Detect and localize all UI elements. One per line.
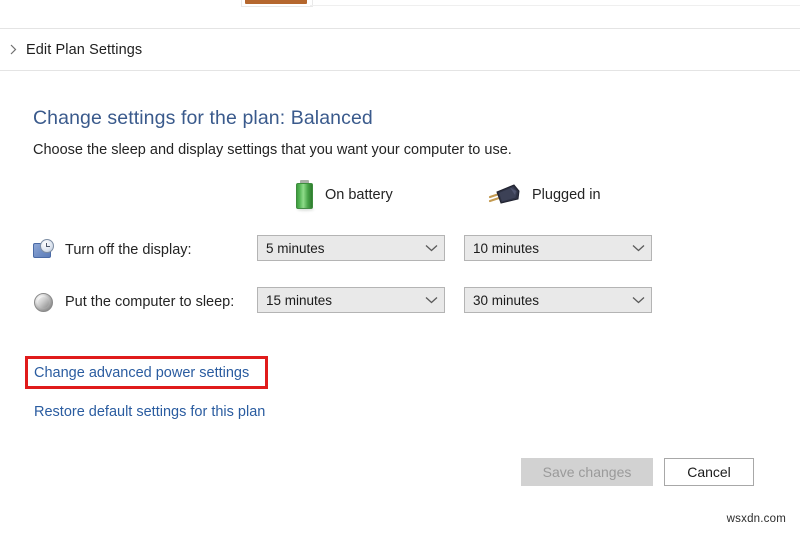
- power-plug-icon: [488, 182, 522, 208]
- setting-row-put-computer-to-sleep-label: Put the computer to sleep:: [65, 294, 235, 310]
- page-title: Change settings for the plan: Balanced: [33, 107, 373, 129]
- column-header-plugged-in: Plugged in: [488, 179, 601, 211]
- dropdown-value: 5 minutes: [266, 240, 325, 256]
- chevron-down-icon: [425, 296, 438, 304]
- column-header-plugged-in-label: Plugged in: [532, 187, 601, 203]
- dropdown-value: 10 minutes: [473, 240, 540, 256]
- chevron-down-icon: [632, 244, 645, 252]
- page-subtitle: Choose the sleep and display settings th…: [33, 142, 512, 158]
- top-divider-line: [310, 5, 800, 6]
- link-change-advanced-power-settings[interactable]: Change advanced power settings: [34, 365, 249, 381]
- breadcrumb-label: Edit Plan Settings: [26, 41, 143, 58]
- dropdown-value: 15 minutes: [266, 292, 333, 308]
- battery-icon: [295, 180, 315, 211]
- watermark: wsxdn.com: [726, 513, 786, 525]
- dropdown-turn-off-display-on-battery[interactable]: 5 minutes: [257, 235, 445, 261]
- link-restore-default-settings[interactable]: Restore default settings for this plan: [34, 404, 265, 420]
- column-header-on-battery-label: On battery: [325, 187, 393, 203]
- setting-row-turn-off-display-label: Turn off the display:: [65, 242, 192, 258]
- dropdown-turn-off-display-plugged-in[interactable]: 10 minutes: [464, 235, 652, 261]
- dropdown-sleep-plugged-in[interactable]: 30 minutes: [464, 287, 652, 313]
- footer-actions: Save changes Cancel: [0, 443, 800, 533]
- chevron-down-icon: [425, 244, 438, 252]
- cancel-button[interactable]: Cancel: [664, 458, 754, 486]
- display-clock-icon: [33, 239, 55, 261]
- chevron-down-icon: [632, 296, 645, 304]
- clipped-tab-accent: [245, 0, 307, 4]
- chevron-right-icon: [8, 44, 18, 55]
- column-header-on-battery: On battery: [295, 179, 393, 211]
- sleep-sphere-icon: [33, 291, 55, 313]
- window-top-strip: [0, 0, 800, 10]
- dropdown-sleep-on-battery[interactable]: 15 minutes: [257, 287, 445, 313]
- dropdown-value: 30 minutes: [473, 292, 540, 308]
- settings-pane: Change settings for the plan: Balanced C…: [0, 71, 800, 443]
- breadcrumb[interactable]: Edit Plan Settings: [0, 28, 800, 71]
- save-changes-button[interactable]: Save changes: [521, 458, 653, 486]
